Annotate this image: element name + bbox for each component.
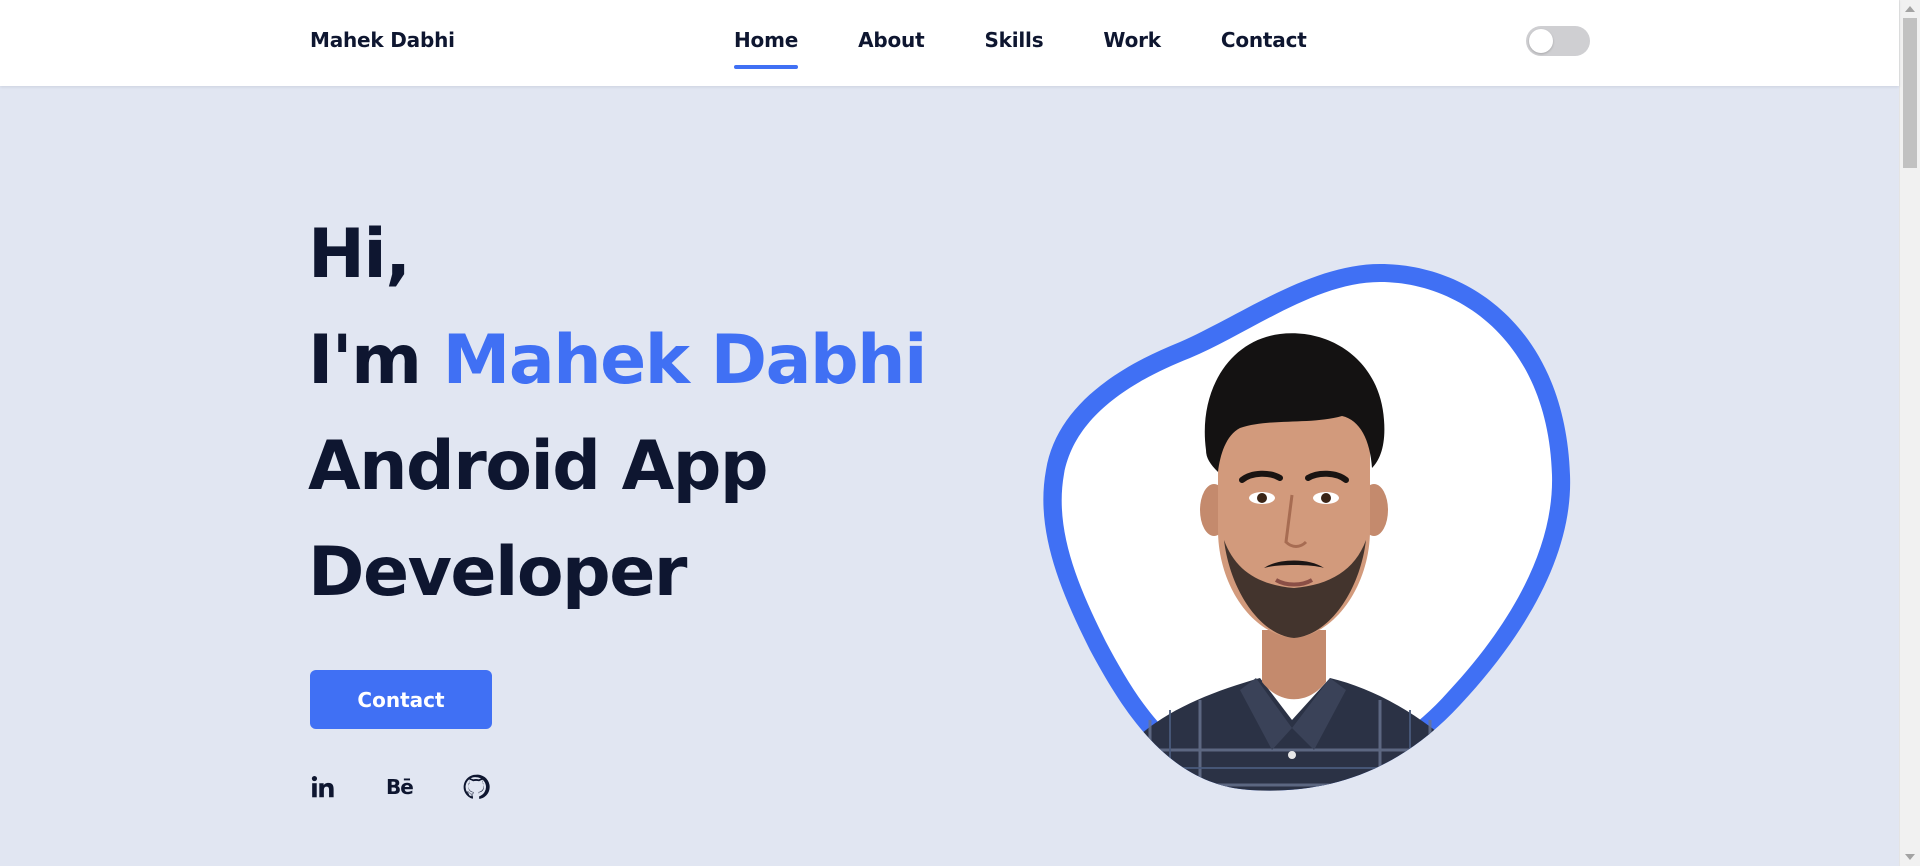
site-logo[interactable]: Mahek Dabhi — [310, 28, 455, 52]
linkedin-link[interactable] — [310, 772, 338, 802]
hero-intro-line: I'm Mahek Dabhi — [308, 308, 1008, 414]
scroll-thumb[interactable] — [1903, 18, 1917, 168]
behance-link[interactable]: Bē — [386, 772, 414, 802]
nav-link-home[interactable]: Home — [734, 28, 798, 69]
nav-link-about[interactable]: About — [858, 28, 925, 52]
avatar — [1030, 250, 1590, 800]
github-link[interactable] — [462, 772, 490, 802]
page: Mahek Dabhi Home About Skills Work Conta… — [0, 0, 1920, 866]
nav-link-work[interactable]: Work — [1103, 28, 1161, 52]
main-nav: Home About Skills Work Contact — [734, 0, 1307, 86]
nav-link-contact[interactable]: Contact — [1221, 28, 1307, 52]
site-header: Mahek Dabhi Home About Skills Work Conta… — [0, 0, 1899, 86]
github-icon — [463, 774, 490, 799]
linkedin-icon — [311, 775, 334, 798]
hero-text: Hi, I'm Mahek Dabhi Android App Develope… — [308, 202, 1008, 626]
hero-role-line-2: Developer — [308, 533, 687, 612]
hero-name: Mahek Dabhi — [442, 321, 928, 400]
theme-toggle[interactable] — [1526, 26, 1590, 56]
page-scrollbar[interactable] — [1899, 0, 1920, 866]
avatar-blob — [1043, 264, 1571, 791]
scroll-up-icon[interactable] — [1905, 6, 1915, 12]
social-links: Bē — [310, 772, 490, 802]
scroll-down-icon[interactable] — [1905, 854, 1915, 860]
nav-link-skills[interactable]: Skills — [984, 28, 1043, 52]
contact-button[interactable]: Contact — [310, 670, 492, 729]
toggle-knob — [1529, 29, 1553, 53]
behance-icon: Bē — [386, 775, 414, 799]
hero-greeting: Hi, — [308, 215, 411, 294]
hero-role-line-1: Android App — [308, 427, 769, 506]
hero-intro: I'm — [308, 321, 422, 400]
